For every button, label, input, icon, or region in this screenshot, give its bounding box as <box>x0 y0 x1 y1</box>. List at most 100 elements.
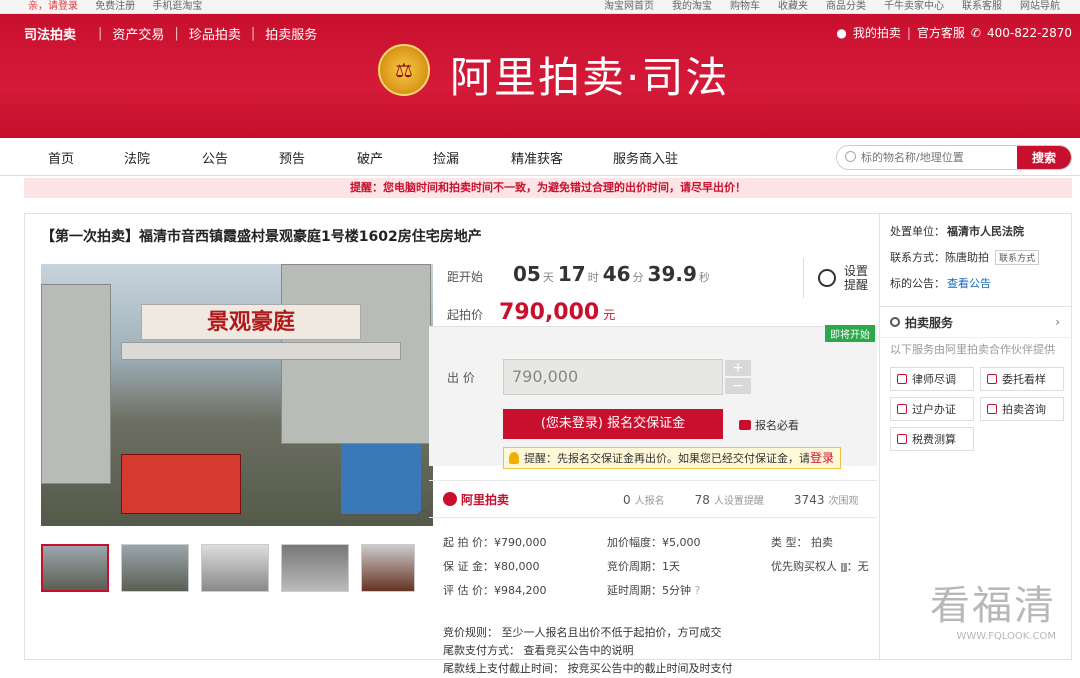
mobile-link[interactable]: 手机逛淘宝 <box>152 1 202 12</box>
menu-preview[interactable]: 预告 <box>279 148 357 167</box>
menu-provider-join[interactable]: 服务商入驻 <box>613 148 678 167</box>
consult-button[interactable]: 拍卖咨询 <box>980 397 1064 421</box>
photo-building-left <box>41 284 111 484</box>
nav-asset-trade[interactable]: 资产交易 <box>112 24 164 43</box>
view-count: 3743次围观 <box>794 492 859 507</box>
menu-announcement[interactable]: 公告 <box>202 148 279 167</box>
auction-details: 起 拍 价：¥790,000 加价幅度：¥5,000 类 型： 拍卖 保 证 金… <box>443 530 869 602</box>
thumbnail[interactable] <box>281 544 349 592</box>
main-photo[interactable]: 景观豪庭 <box>41 264 433 526</box>
contact-row: 联系方式：陈唐助拍联系方式 <box>890 244 1072 270</box>
judicial-auction-logo[interactable]: 司法拍卖 <box>24 24 76 43</box>
detail-delay: 延时周期：5分钟 ? <box>607 582 771 598</box>
seller-center-link[interactable]: 千牛卖家中心 <box>884 0 944 14</box>
court-label: 处置单位： <box>890 223 945 239</box>
signed-count-label: 人报名 <box>635 496 665 507</box>
menu-court[interactable]: 法院 <box>124 148 202 167</box>
countdown-days: 05 <box>513 262 541 286</box>
user-icon: ● <box>836 26 846 40</box>
my-taobao-link[interactable]: 我的淘宝 <box>672 0 712 14</box>
start-price-value: 790,000 <box>499 300 599 325</box>
service-header[interactable]: 拍卖服务 › <box>880 307 1072 337</box>
court-emblem-icon: ⚖ <box>378 44 430 96</box>
photo-gate-sign: 景观豪庭 <box>141 304 361 340</box>
thumbnail[interactable] <box>121 544 189 592</box>
view-count-label: 次围观 <box>828 496 858 507</box>
customer-service-link[interactable]: 联系客服 <box>962 0 1002 14</box>
entrust-viewing-button[interactable]: 委托看样 <box>980 367 1064 391</box>
login-link[interactable]: 亲，请登录 <box>28 1 78 12</box>
detail-deposit: 保 证 金：¥80,000 <box>443 558 607 574</box>
tax-calc-button[interactable]: 税费测算 <box>890 427 974 451</box>
banner: 司法拍卖 |资产交易 |珍品拍卖 |拍卖服务 ● 我的拍卖 | 官方客服 ✆ 4… <box>0 14 1080 138</box>
search-input[interactable] <box>837 146 1017 169</box>
bid-decrease-button[interactable]: − <box>725 378 751 394</box>
rule-payment-deadline: 尾款线上支付截止时间： 按竞买公告中的截止时间及时支付 <box>443 660 733 678</box>
signed-count-value: 0 <box>623 493 631 507</box>
reminder-count-label: 人设置提醒 <box>714 496 764 507</box>
lawyer-check-button[interactable]: 律师尽调 <box>890 367 974 391</box>
court-row: 处置单位：福清市人民法院 <box>890 218 1072 244</box>
deposit-tip: 提醒：先报名交保证金再出价。如果您已经交付保证金，请登录 <box>503 447 841 469</box>
help-icon[interactable]: ? <box>695 584 701 597</box>
contact-button[interactable]: 联系方式 <box>995 250 1039 265</box>
menu-home[interactable]: 首页 <box>48 148 124 167</box>
nav-auction-service[interactable]: 拍卖服务 <box>265 24 317 43</box>
tip-login-link[interactable]: 登录 <box>810 451 834 465</box>
detail-period: 竞价周期：1天 <box>607 558 771 574</box>
phone-number: 400-822-2870 <box>987 26 1072 40</box>
transfer-label: 过户办证 <box>912 401 956 417</box>
countdown-hours-unit: 时 <box>588 269 599 285</box>
bid-increase-button[interactable]: + <box>725 360 751 376</box>
auction-service-panel: 拍卖服务 › 以下服务由阿里拍卖合作伙伴提供 律师尽调 委托看样 过户办证 拍卖… <box>880 306 1072 457</box>
countdown-label: 距开始 <box>447 268 483 285</box>
deposit-tip-text: 提醒：先报名交保证金再出价。如果您已经交付保证金，请 <box>524 452 810 465</box>
register-link[interactable]: 免费注册 <box>95 1 135 12</box>
photo-delivery-cart <box>121 454 241 514</box>
time-notice: 提醒：您电脑时间和拍卖时间不一致，为避免错过合理的出价时间，请尽早出价！ <box>24 178 1072 198</box>
categories-link[interactable]: 商品分类 <box>826 0 866 14</box>
thumbnail-strip <box>41 544 415 592</box>
bid-label: 出 价 <box>447 369 503 386</box>
must-read-link[interactable]: 报名必看 <box>739 417 799 433</box>
transfer-button[interactable]: 过户办证 <box>890 397 974 421</box>
location-icon <box>987 374 997 384</box>
view-notice-link[interactable]: 查看公告 <box>947 275 991 291</box>
favorites-link[interactable]: 收藏夹 <box>778 0 808 14</box>
photo-gate <box>121 342 401 360</box>
official-service-link[interactable]: 官方客服 <box>917 24 965 41</box>
auction-rules: 竞价规则： 至少一人报名且出价不低于起拍价，方可成交 尾款支付方式： 查看竞买公… <box>443 624 733 678</box>
thumbnail[interactable] <box>41 544 109 592</box>
banner-title: 阿里拍卖·司法 <box>450 44 729 105</box>
detail-delay-text: 延时周期：5分钟 <box>607 584 691 597</box>
page-title: 【第一次拍卖】福清市音西镇霞盛村景观豪庭1号楼1602房住宅房地产 <box>41 226 482 246</box>
status-badge: 即将开始 <box>825 325 875 342</box>
thumbnail[interactable] <box>361 544 415 592</box>
my-auction-link[interactable]: 我的拍卖 <box>853 24 901 41</box>
menu-precise-customer[interactable]: 精准获客 <box>511 148 613 167</box>
bid-panel: 即将开始 出 价 790,000 + − (您未登录) 报名交保证金 报名必看 … <box>429 326 877 466</box>
menu-bankruptcy[interactable]: 破产 <box>357 148 433 167</box>
reminder-count: 78 人设置提醒 <box>695 492 764 507</box>
tax-calc-label: 税费测算 <box>912 431 956 447</box>
calculator-icon <box>897 434 907 444</box>
menu-bargain[interactable]: 捡漏 <box>433 148 511 167</box>
nav-treasure-auction[interactable]: 珍品拍卖 <box>189 24 241 43</box>
countdown: 距开始 05天 17时 46分 39.9秒 <box>447 262 714 286</box>
reminder-count-value: 78 <box>695 493 710 507</box>
cart-link[interactable]: 购物车 <box>730 0 760 14</box>
ali-auction-brand: 阿里拍卖 <box>461 491 509 508</box>
search-box: 搜索 <box>836 145 1072 170</box>
set-reminder-button[interactable]: 设置提醒 <box>803 258 870 298</box>
taobao-home-link[interactable]: 淘宝网首页 <box>604 0 654 14</box>
thumbnail[interactable] <box>201 544 269 592</box>
detail-priority: 优先购买权人 i：无 <box>771 558 869 574</box>
rule-bidding: 竞价规则： 至少一人报名且出价不低于起拍价，方可成交 <box>443 624 733 642</box>
notice-row: 标的公告：查看公告 <box>890 270 1072 296</box>
view-count-value: 3743 <box>794 493 825 507</box>
site-nav-link[interactable]: 网站导航 <box>1020 0 1060 14</box>
search-button[interactable]: 搜索 <box>1017 146 1071 169</box>
auction-detail: 【第一次拍卖】福清市音西镇霞盛村景观豪庭1号楼1602房住宅房地产 景观豪庭 距… <box>24 213 1072 660</box>
bid-input[interactable]: 790,000 <box>503 359 723 395</box>
register-deposit-button[interactable]: (您未登录) 报名交保证金 <box>503 409 723 439</box>
